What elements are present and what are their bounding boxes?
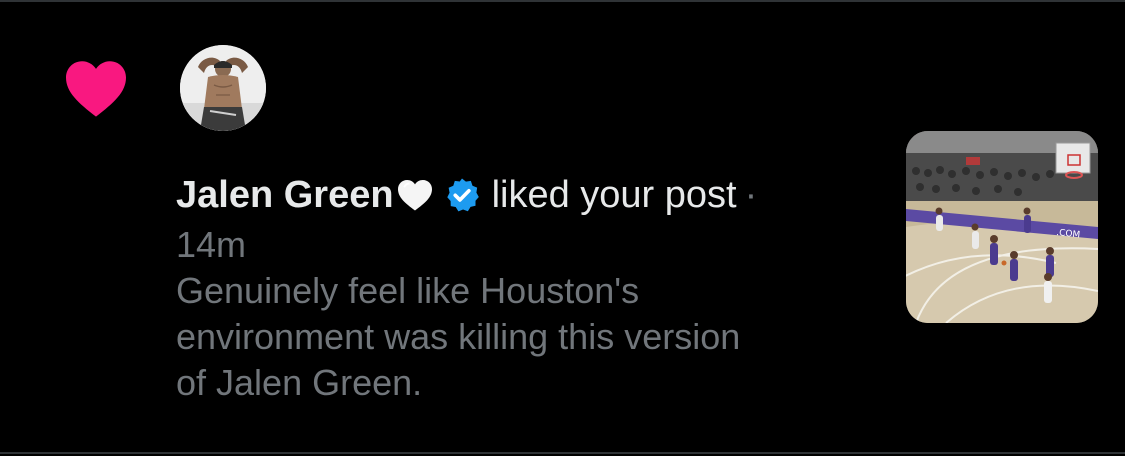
post-text[interactable]: Genuinely feel like Houston's environmen… (176, 268, 776, 406)
top-divider (0, 0, 1125, 2)
bottom-divider (0, 452, 1125, 454)
user-display-name[interactable]: Jalen Green (176, 168, 394, 222)
action-text: liked your post (491, 174, 737, 216)
basketball-game-photo: .COM (906, 131, 1098, 323)
avatar-photo (180, 45, 266, 131)
separator-dot: · (744, 174, 758, 216)
timestamp: 14m (176, 224, 247, 265)
avatar[interactable] (180, 45, 266, 131)
white-heart-icon (397, 180, 432, 211)
notification-content[interactable]: Jalen Green liked your post · 14m Genuin… (176, 168, 876, 406)
notification-headline: Jalen Green liked your post · (176, 168, 876, 222)
verified-badge-icon (446, 178, 479, 212)
heart-icon (66, 61, 126, 117)
post-thumbnail[interactable]: .COM (906, 131, 1098, 323)
